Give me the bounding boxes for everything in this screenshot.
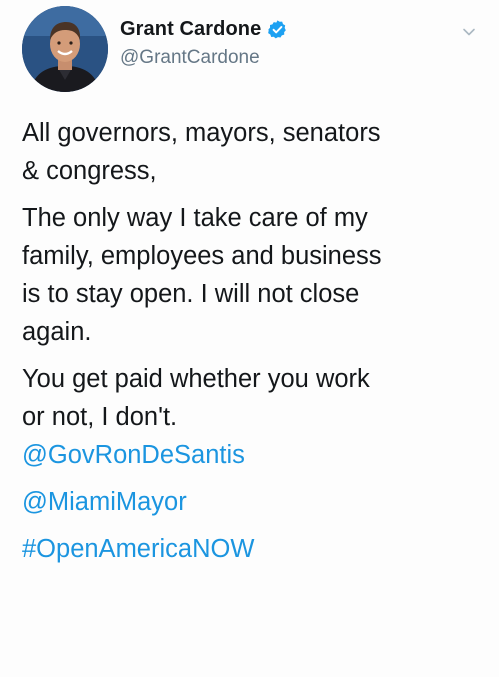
- display-name-row: Grant Cardone: [120, 18, 288, 41]
- tweet-line: is to stay open. I will not close: [22, 280, 360, 308]
- author-names: Grant Cardone @GrantCardone: [120, 18, 288, 69]
- tweet-text: All governors, mayors, senators & congre…: [22, 114, 481, 577]
- verified-badge-icon: [267, 19, 288, 40]
- tweet-line: family, employees and business: [22, 242, 382, 270]
- tweet-header: Grant Cardone @GrantCardone: [18, 6, 481, 92]
- author-display-name[interactable]: Grant Cardone: [120, 18, 261, 41]
- tweet-line: again.: [22, 318, 92, 346]
- mention-link[interactable]: @GovRonDeSantis: [22, 436, 481, 474]
- tweet-paragraph: The only way I take care of my family, e…: [22, 199, 481, 351]
- tweet-paragraph: #OpenAmericaNOW: [22, 530, 481, 568]
- chevron-down-icon[interactable]: [461, 24, 477, 40]
- tweet-line: All governors, mayors, senators: [22, 119, 381, 147]
- hashtag-link[interactable]: #OpenAmericaNOW: [22, 530, 481, 568]
- tweet-paragraph: All governors, mayors, senators & congre…: [22, 114, 481, 190]
- tweet-line: The only way I take care of my: [22, 204, 368, 232]
- avatar[interactable]: [22, 6, 108, 92]
- tweet-line: & congress,: [22, 157, 157, 185]
- tweet-paragraph: @MiamiMayor: [22, 483, 481, 521]
- tweet-line: or not, I don't.: [22, 403, 178, 431]
- tweet-line: You get paid whether you work: [22, 365, 370, 393]
- tweet-paragraph: You get paid whether you work or not, I …: [22, 360, 481, 474]
- author-handle[interactable]: @GrantCardone: [120, 47, 288, 69]
- tweet-card: Grant Cardone @GrantCardone All governor…: [0, 0, 499, 677]
- mention-link[interactable]: @MiamiMayor: [22, 483, 481, 521]
